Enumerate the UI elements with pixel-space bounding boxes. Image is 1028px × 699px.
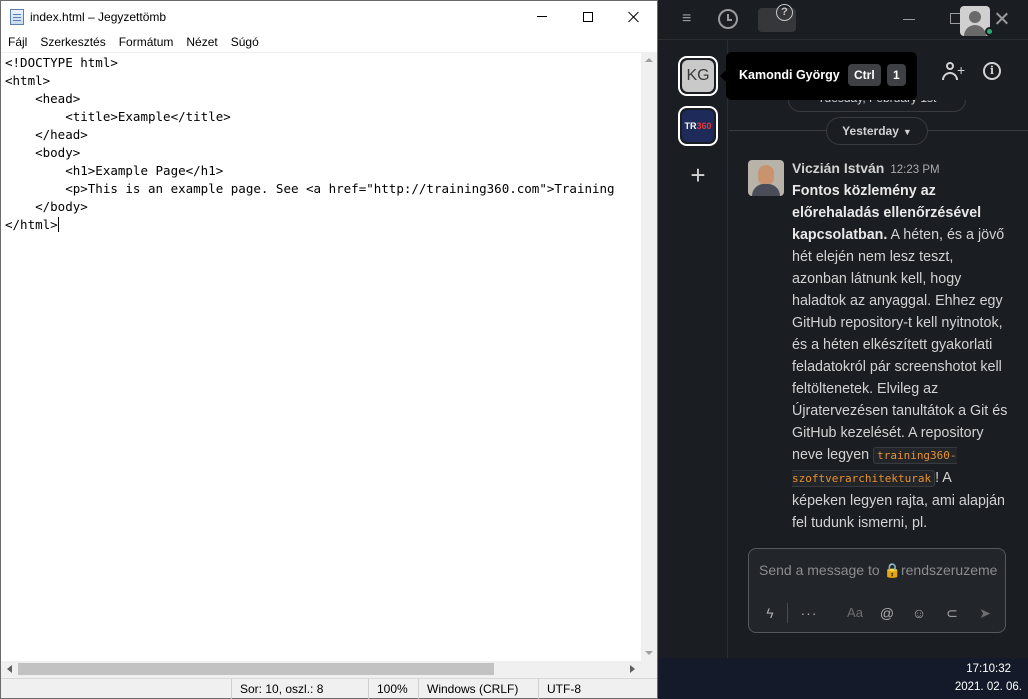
workspace-training360-logo: TR360 <box>682 110 714 142</box>
message-input[interactable]: Send a message to 🔒rendszeruzemeltetes <box>759 562 997 579</box>
message-author-avatar[interactable] <box>748 160 784 196</box>
tooltip-workspace-name: Kamondi György <box>739 68 840 82</box>
code-line: <head> <box>5 91 81 106</box>
code-line-last: </html> <box>1 216 641 234</box>
scroll-up-arrow-icon[interactable] <box>645 58 653 62</box>
menu-bar: Fájl Szerkesztés Formátum Nézet Súgó <box>1 32 657 52</box>
maximize-button[interactable] <box>565 1 611 32</box>
shortcuts-bolt-icon[interactable]: ϟ <box>761 601 779 625</box>
notepad-titlebar[interactable]: index.html – Jegyzettömb <box>1 1 657 32</box>
horizontal-scroll-thumb[interactable] <box>18 663 494 675</box>
code-line: <html> <box>5 73 51 88</box>
text-caret <box>57 217 59 232</box>
workspace-rail: KG TR360 + <box>658 40 728 658</box>
code-line: <!DOCTYPE html> <box>5 55 118 70</box>
add-workspace-icon[interactable]: + <box>686 162 710 188</box>
message-composer[interactable]: Send a message to 🔒rendszeruzemeltetes ϟ… <box>748 548 1006 633</box>
message-text: Fontos közlemény az előrehaladás ellenőr… <box>792 180 1008 534</box>
menu-view[interactable]: Nézet <box>179 32 223 52</box>
info-icon[interactable]: i <box>983 62 1001 80</box>
status-zoom: 100% <box>368 679 418 699</box>
message-author[interactable]: Viczián István <box>792 160 884 176</box>
formatting-aa-icon[interactable]: Aa <box>845 601 865 625</box>
code-line: <title>Example</title> <box>5 109 231 124</box>
send-icon[interactable]: ➤ <box>975 601 995 625</box>
text-editor-area[interactable]: <!DOCTYPE html> <html> <head> <title>Exa… <box>1 52 641 661</box>
slack-titlebar: ≡ ? <box>658 0 1028 40</box>
status-line-ending: Windows (CRLF) <box>418 679 538 699</box>
menu-file[interactable]: Fájl <box>1 32 33 52</box>
help-icon[interactable]: ? <box>776 4 793 21</box>
code-line: <p>This is an example page. See <a href=… <box>5 181 615 196</box>
add-member-icon[interactable]: + <box>942 60 965 82</box>
history-icon[interactable] <box>718 9 738 29</box>
vertical-scrollbar[interactable] <box>641 52 657 661</box>
workspace-kg[interactable]: KG <box>678 56 718 96</box>
emoji-icon[interactable]: ☺ <box>909 601 929 625</box>
scroll-down-arrow-icon[interactable] <box>645 651 653 655</box>
menu-help[interactable]: Súgó <box>224 32 265 52</box>
attachment-clip-icon[interactable]: ⊂ <box>942 601 962 625</box>
minimize-icon <box>537 16 547 17</box>
message-timestamp[interactable]: 12:23 PM <box>890 164 939 176</box>
notepad-window-title: index.html – Jegyzettömb <box>30 10 167 24</box>
code-line: <body> <box>5 145 81 160</box>
slack-window: ≡ ? KG TR360 + Tuesday, February 1st Yes… <box>658 0 1028 658</box>
scrollbar-corner <box>641 661 657 678</box>
workspace-tooltip: Kamondi György Ctrl 1 <box>720 52 917 100</box>
code-line: </body> <box>5 199 88 214</box>
message[interactable]: Viczián István 12:23 PM Fontos közlemény … <box>748 160 1008 548</box>
message-header: Viczián István 12:23 PM <box>792 160 1008 178</box>
menu-format[interactable]: Formátum <box>112 32 180 52</box>
tooltip-shortcut-ctrl: Ctrl <box>848 64 881 86</box>
scroll-left-arrow-icon[interactable] <box>7 665 12 673</box>
scroll-right-arrow-icon[interactable] <box>630 665 635 673</box>
more-formatting-icon[interactable]: ··· <box>799 601 819 625</box>
code-line: </head> <box>5 127 88 142</box>
notepad-window: index.html – Jegyzettömb Fájl Szerkeszté… <box>0 0 658 699</box>
code-line-text: </html> <box>5 217 58 232</box>
menu-edit[interactable]: Szerkesztés <box>33 32 111 52</box>
taskbar-clock-time[interactable]: 17:10:32 <box>966 663 1011 675</box>
date-divider-label: Yesterday <box>842 124 899 138</box>
status-cursor-position: Sor: 10, oszl.: 8 <box>231 679 368 699</box>
workspace-kg-label: KG <box>682 60 714 92</box>
chevron-down-icon: ▼ <box>902 127 912 137</box>
maximize-icon <box>583 11 593 22</box>
notepad-app-icon <box>10 9 24 25</box>
workspace-training360[interactable]: TR360 <box>678 106 718 146</box>
code-line: <h1>Example Page</h1> <box>5 163 224 178</box>
close-button[interactable] <box>611 1 657 32</box>
close-icon <box>628 11 640 23</box>
taskbar-clock-date[interactable]: 2021. 02. 06. <box>955 681 1022 693</box>
presence-indicator <box>985 27 994 36</box>
date-divider-yesterday[interactable]: Yesterday ▼ <box>826 117 928 145</box>
logo-text-tr: TR <box>684 121 697 131</box>
sidebar-toggle-icon[interactable]: ≡ <box>682 10 691 28</box>
composer-toolbar: ϟ ··· Aa @ ☺ ⊂ ➤ <box>749 601 1005 625</box>
slack-minimize-icon[interactable] <box>903 19 915 20</box>
slack-close-icon[interactable] <box>995 12 1009 26</box>
taskbar: 17:10:32 2021. 02. 06. <box>658 658 1028 699</box>
logo-text-360: 360 <box>696 121 712 131</box>
status-bar: Sor: 10, oszl.: 8 100% Windows (CRLF) UT… <box>1 678 657 699</box>
horizontal-scrollbar[interactable] <box>1 661 641 678</box>
status-encoding: UTF-8 <box>538 679 657 699</box>
minimize-button[interactable] <box>519 1 565 32</box>
message-body-text: A héten, és a jövő hét elején nem lesz t… <box>792 227 1008 463</box>
mention-at-icon[interactable]: @ <box>877 601 897 625</box>
tooltip-shortcut-key: 1 <box>887 64 906 86</box>
toolbar-divider <box>787 603 788 623</box>
